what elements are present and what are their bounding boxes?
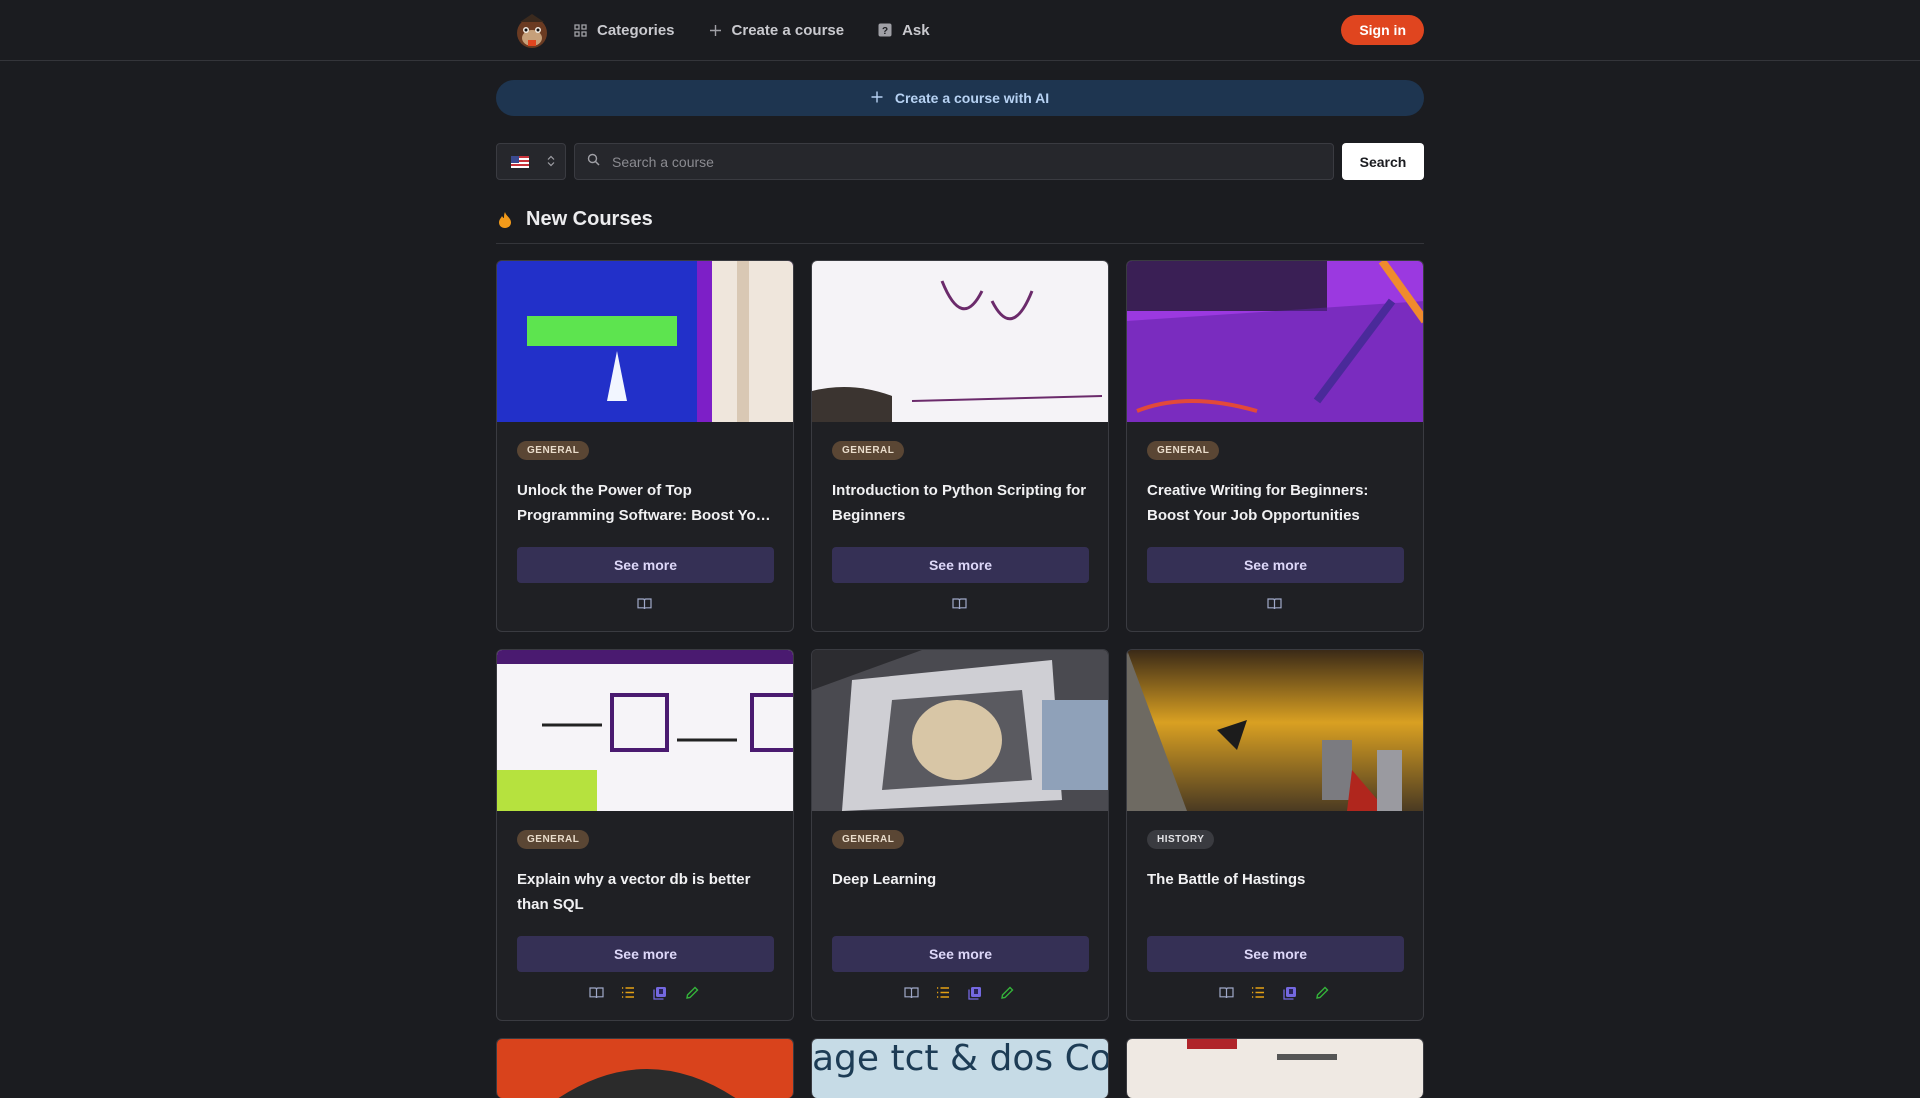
- nav-categories-label: Categories: [597, 21, 675, 39]
- course-card-body: GENERAL Introduction to Python Scripting …: [812, 422, 1108, 528]
- course-thumbnail[interactable]: [812, 261, 1108, 422]
- book-icon[interactable]: [904, 986, 920, 1002]
- course-card[interactable]: GENERAL Unlock the Power of Top Programmi…: [496, 260, 794, 632]
- course-card[interactable]: [1126, 1038, 1424, 1098]
- course-title[interactable]: Introduction to Python Scripting for Beg…: [832, 478, 1088, 528]
- course-title[interactable]: Creative Writing for Beginners: Boost Yo…: [1147, 478, 1403, 528]
- nav-create-course[interactable]: Create a course: [709, 21, 845, 39]
- thumbnail-text: age tct & dos Cos: [812, 1039, 1108, 1079]
- search-icon: [587, 153, 600, 171]
- course-card[interactable]: GENERAL Deep Learning See more: [811, 649, 1109, 1021]
- category-badge: GENERAL: [832, 441, 905, 460]
- list-icon[interactable]: [621, 986, 637, 1002]
- sign-in-button[interactable]: Sign in: [1341, 15, 1424, 45]
- section-title: New Courses: [526, 208, 653, 230]
- course-title[interactable]: Deep Learning: [832, 867, 1088, 917]
- list-icon[interactable]: [1251, 986, 1267, 1002]
- language-select[interactable]: [496, 143, 566, 180]
- course-thumbnail[interactable]: [497, 261, 793, 422]
- course-actions: [812, 986, 1108, 1002]
- library-icon[interactable]: [1283, 986, 1299, 1002]
- plus-icon: [871, 88, 883, 108]
- search-input[interactable]: [612, 153, 1333, 170]
- course-title[interactable]: The Battle of Hastings: [1147, 867, 1403, 917]
- course-card[interactable]: GENERAL Introduction to Python Scripting …: [811, 260, 1109, 632]
- see-more-button[interactable]: See more: [517, 547, 774, 583]
- course-thumbnail[interactable]: [812, 650, 1108, 811]
- logo[interactable]: [512, 10, 552, 50]
- course-thumbnail[interactable]: [1127, 650, 1423, 811]
- course-thumbnail[interactable]: [497, 1039, 793, 1098]
- course-actions: [497, 986, 793, 1002]
- svg-text:?: ?: [882, 26, 888, 37]
- nav-ask[interactable]: ? Ask: [878, 22, 930, 39]
- course-thumbnail[interactable]: [497, 650, 793, 811]
- course-thumbnail[interactable]: [1127, 1039, 1423, 1098]
- plus-icon: [709, 24, 722, 37]
- pencil-icon[interactable]: [685, 986, 701, 1002]
- top-navigation-inner: Categories Create a course ? Ask Sign in: [496, 0, 1424, 60]
- library-icon[interactable]: [968, 986, 984, 1002]
- course-card[interactable]: HISTORY The Battle of Hastings See more: [1126, 649, 1424, 1021]
- category-badge: GENERAL: [517, 830, 590, 849]
- grid-icon: [574, 23, 587, 37]
- see-more-button[interactable]: See more: [832, 936, 1089, 972]
- course-title[interactable]: Explain why a vector db is better than S…: [517, 867, 773, 917]
- create-course-with-ai-button[interactable]: Create a course with AI: [496, 80, 1424, 116]
- top-navigation-bar: Categories Create a course ? Ask Sign in: [0, 0, 1920, 61]
- see-more-button[interactable]: See more: [1147, 936, 1404, 972]
- nav-create-course-label: Create a course: [731, 21, 845, 39]
- question-icon: ?: [878, 23, 892, 37]
- course-card-body: HISTORY The Battle of Hastings: [1127, 811, 1423, 917]
- course-actions: [497, 597, 793, 613]
- pencil-icon[interactable]: [1000, 986, 1016, 1002]
- course-card-body: GENERAL Unlock the Power of Top Programmi…: [497, 422, 793, 528]
- create-course-with-ai-label: Create a course with AI: [894, 90, 1050, 106]
- nav-categories[interactable]: Categories: [574, 22, 675, 39]
- course-title[interactable]: Unlock the Power of Top Programming Soft…: [517, 478, 773, 528]
- category-badge: GENERAL: [517, 441, 590, 460]
- book-icon[interactable]: [952, 597, 968, 613]
- library-icon[interactable]: [653, 986, 669, 1002]
- book-icon[interactable]: [1219, 986, 1235, 1002]
- course-thumbnail[interactable]: age tct & dos Cos: [812, 1039, 1108, 1098]
- search-button[interactable]: Search: [1342, 143, 1424, 180]
- category-badge: GENERAL: [832, 830, 905, 849]
- us-flag-icon: [511, 155, 529, 168]
- list-icon[interactable]: [936, 986, 952, 1002]
- course-card[interactable]: GENERAL Creative Writing for Beginners: B…: [1126, 260, 1424, 632]
- book-icon[interactable]: [589, 986, 605, 1002]
- course-card-body: GENERAL Explain why a vector db is better…: [497, 811, 793, 917]
- course-thumbnail[interactable]: [1127, 261, 1423, 422]
- see-more-button[interactable]: See more: [517, 936, 774, 972]
- fire-icon: [499, 211, 511, 228]
- course-actions: [1127, 597, 1423, 613]
- book-icon[interactable]: [1267, 597, 1283, 613]
- book-icon[interactable]: [637, 597, 653, 613]
- section-header: New Courses: [496, 196, 1424, 244]
- course-card[interactable]: age tct & dos Cos: [811, 1038, 1109, 1098]
- chevron-up-down-icon: [547, 155, 555, 169]
- pencil-icon[interactable]: [1315, 986, 1331, 1002]
- category-badge: HISTORY: [1147, 830, 1215, 849]
- course-actions: [1127, 986, 1423, 1002]
- logo-mascot-icon: [517, 14, 547, 48]
- course-card[interactable]: GENERAL Explain why a vector db is better…: [496, 649, 794, 1021]
- see-more-button[interactable]: See more: [1147, 547, 1404, 583]
- course-grid: GENERAL Unlock the Power of Top Programmi…: [496, 260, 1424, 1098]
- course-card-body: GENERAL Creative Writing for Beginners: B…: [1127, 422, 1423, 528]
- category-badge: GENERAL: [1147, 441, 1220, 460]
- course-card-body: GENERAL Deep Learning: [812, 811, 1108, 917]
- nav-ask-label: Ask: [902, 21, 930, 39]
- search-box: [574, 143, 1334, 180]
- search-row: Search: [496, 143, 1424, 180]
- course-card[interactable]: [496, 1038, 794, 1098]
- see-more-button[interactable]: See more: [832, 547, 1089, 583]
- course-actions: [812, 597, 1108, 613]
